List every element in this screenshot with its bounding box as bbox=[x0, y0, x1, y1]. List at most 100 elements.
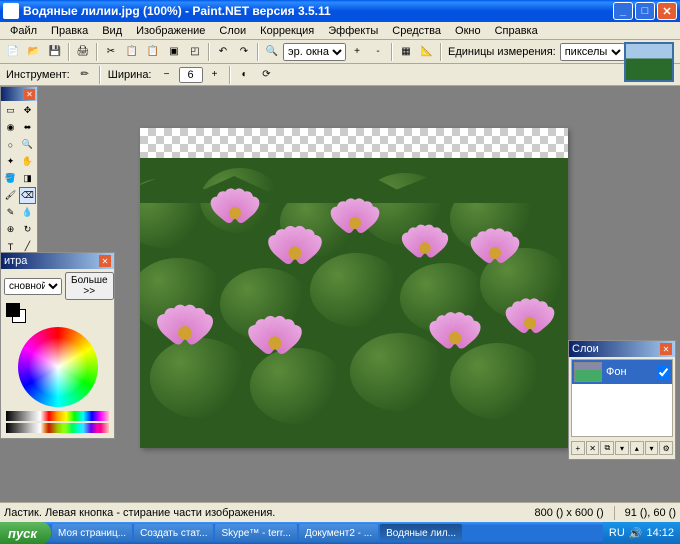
tool-rect-select[interactable]: ▭ bbox=[2, 102, 19, 119]
width-minus-button[interactable]: − bbox=[157, 65, 177, 85]
layers-close-icon[interactable]: ✕ bbox=[660, 343, 672, 355]
save-button[interactable]: 💾 bbox=[45, 42, 65, 62]
close-button[interactable]: ✕ bbox=[657, 2, 677, 20]
tool-recolor[interactable]: ↻ bbox=[19, 221, 36, 238]
move-down-button[interactable]: ▾ bbox=[645, 441, 659, 455]
minimize-button[interactable]: _ bbox=[613, 2, 633, 20]
width-plus-button[interactable]: + bbox=[205, 65, 225, 85]
tool-pencil[interactable]: ✎ bbox=[2, 204, 19, 221]
taskbar-item[interactable]: Моя страниц... bbox=[52, 524, 132, 542]
more-colors-button[interactable]: Больше >> bbox=[65, 272, 114, 300]
layers-panel-titlebar[interactable]: Слои ✕ bbox=[569, 341, 675, 357]
window-titlebar: Водяные лилии.jpg (100%) - Paint.NET вер… bbox=[0, 0, 680, 22]
tool-move[interactable]: ✥ bbox=[19, 102, 36, 119]
new-button[interactable]: 📄 bbox=[3, 42, 23, 62]
blend-button[interactable]: ⟳ bbox=[257, 65, 277, 85]
delete-layer-button[interactable]: ✕ bbox=[586, 441, 600, 455]
width-label: Ширина: bbox=[105, 69, 155, 81]
open-button[interactable]: 📂 bbox=[24, 42, 44, 62]
taskbar-item[interactable]: Документ2 - ... bbox=[299, 524, 378, 542]
taskbar-item-active[interactable]: Водяные лил... bbox=[380, 524, 462, 542]
tools-panel-titlebar[interactable]: ✕ bbox=[1, 87, 37, 101]
layer-name: Фон bbox=[606, 366, 627, 378]
tool-fill[interactable]: 🪣 bbox=[2, 170, 19, 187]
menu-effects[interactable]: Эффекты bbox=[322, 24, 384, 38]
current-tool-icon[interactable]: ✏ bbox=[75, 65, 95, 85]
print-button[interactable]: 🖨 bbox=[73, 42, 93, 62]
move-up-button[interactable]: ▴ bbox=[630, 441, 644, 455]
paste-button[interactable]: 📋 bbox=[143, 42, 163, 62]
grid-button[interactable]: ▦ bbox=[396, 42, 416, 62]
redo-button[interactable]: ↷ bbox=[234, 42, 254, 62]
taskbar-item[interactable]: Создать стат... bbox=[134, 524, 213, 542]
layer-thumbnail bbox=[574, 362, 602, 382]
zoom-fit-button[interactable]: 🔍 bbox=[262, 42, 282, 62]
units-select[interactable]: пикселы bbox=[560, 43, 625, 61]
units-label: Единицы измерения: bbox=[445, 46, 559, 58]
image-content bbox=[140, 158, 568, 448]
color-mode-select[interactable]: сновной bbox=[4, 278, 62, 295]
tool-magic-wand[interactable]: ✦ bbox=[2, 153, 19, 170]
colors-panel-titlebar[interactable]: итра ✕ bbox=[1, 253, 114, 269]
taskbar: пуск Моя страниц... Создать стат... Skyp… bbox=[0, 522, 680, 544]
zoom-select[interactable]: эр. окна bbox=[283, 43, 346, 61]
tool-eraser[interactable]: ⌫ bbox=[19, 187, 36, 204]
merge-layer-button[interactable]: ▾ bbox=[615, 441, 629, 455]
crop-button[interactable]: ▣ bbox=[164, 42, 184, 62]
tool-pan[interactable]: ✋ bbox=[19, 153, 36, 170]
menu-image[interactable]: Изображение bbox=[130, 24, 211, 38]
system-tray[interactable]: RU 🔊 14:12 bbox=[603, 522, 680, 544]
tool-gradient[interactable]: ◨ bbox=[19, 170, 36, 187]
layer-properties-button[interactable]: ⚙ bbox=[659, 441, 673, 455]
main-toolbar: 📄 📂 💾 🖨 ✂ 📋 📋 ▣ ◰ ↶ ↷ 🔍 эр. окна + - ▦ 📐… bbox=[0, 40, 680, 64]
tool-options-bar: Инструмент: ✏ Ширина: − + ◐ ⟳ bbox=[0, 64, 680, 86]
taskbar-item[interactable]: Skype™ - terr... bbox=[215, 524, 296, 542]
primary-color-swatch[interactable] bbox=[6, 303, 20, 317]
cut-button[interactable]: ✂ bbox=[101, 42, 121, 62]
tray-lang[interactable]: RU bbox=[609, 527, 625, 539]
menu-window[interactable]: Окно bbox=[449, 24, 487, 38]
tool-move-selection[interactable]: ⬌ bbox=[19, 119, 36, 136]
width-input[interactable] bbox=[179, 67, 203, 83]
menu-tools[interactable]: Средства bbox=[386, 24, 447, 38]
layer-item[interactable]: Фон bbox=[572, 360, 672, 384]
start-button[interactable]: пуск bbox=[0, 522, 51, 544]
tool-picker[interactable]: 💧 bbox=[19, 204, 36, 221]
ruler-button[interactable]: 📐 bbox=[417, 42, 437, 62]
menu-layers[interactable]: Слои bbox=[213, 24, 252, 38]
document-thumbnail[interactable] bbox=[624, 42, 674, 82]
tool-zoom[interactable]: 🔍 bbox=[19, 136, 36, 153]
menu-help[interactable]: Справка bbox=[489, 24, 544, 38]
tools-close-icon[interactable]: ✕ bbox=[24, 89, 35, 100]
zoom-out-button[interactable]: - bbox=[368, 42, 388, 62]
zoom-in-button[interactable]: + bbox=[347, 42, 367, 62]
layers-panel: Слои ✕ Фон + ✕ ⧉ ▾ ▴ ▾ ⚙ bbox=[568, 340, 676, 460]
layer-visibility-checkbox[interactable] bbox=[657, 366, 670, 379]
color-wheel[interactable] bbox=[18, 327, 98, 407]
tool-ellipse-select[interactable]: ○ bbox=[2, 136, 19, 153]
tray-icon[interactable]: 🔊 bbox=[629, 527, 643, 540]
deselect-button[interactable]: ◰ bbox=[185, 42, 205, 62]
copy-button[interactable]: 📋 bbox=[122, 42, 142, 62]
duplicate-layer-button[interactable]: ⧉ bbox=[600, 441, 614, 455]
menu-view[interactable]: Вид bbox=[96, 24, 128, 38]
menu-file[interactable]: Файл bbox=[4, 24, 43, 38]
canvas[interactable] bbox=[140, 128, 568, 448]
colors-panel: итра ✕ сновной Больше >> bbox=[0, 252, 115, 439]
layers-list: Фон bbox=[571, 359, 673, 437]
window-title: Водяные лилии.jpg (100%) - Paint.NET вер… bbox=[23, 4, 613, 18]
color-palette[interactable] bbox=[6, 411, 109, 421]
colors-close-icon[interactable]: ✕ bbox=[99, 255, 111, 267]
antialias-button[interactable]: ◐ bbox=[235, 65, 255, 85]
tool-lasso[interactable]: ◉ bbox=[2, 119, 19, 136]
cursor-position-label: 91 (), 60 () bbox=[625, 507, 676, 519]
menu-correction[interactable]: Коррекция bbox=[254, 24, 320, 38]
menu-edit[interactable]: Правка bbox=[45, 24, 94, 38]
menubar: Файл Правка Вид Изображение Слои Коррекц… bbox=[0, 22, 680, 40]
undo-button[interactable]: ↶ bbox=[213, 42, 233, 62]
add-layer-button[interactable]: + bbox=[571, 441, 585, 455]
color-palette-2[interactable] bbox=[6, 423, 109, 433]
tool-clone[interactable]: ⊕ bbox=[2, 221, 19, 238]
maximize-button[interactable]: □ bbox=[635, 2, 655, 20]
tool-brush[interactable]: 🖌 bbox=[2, 187, 19, 204]
